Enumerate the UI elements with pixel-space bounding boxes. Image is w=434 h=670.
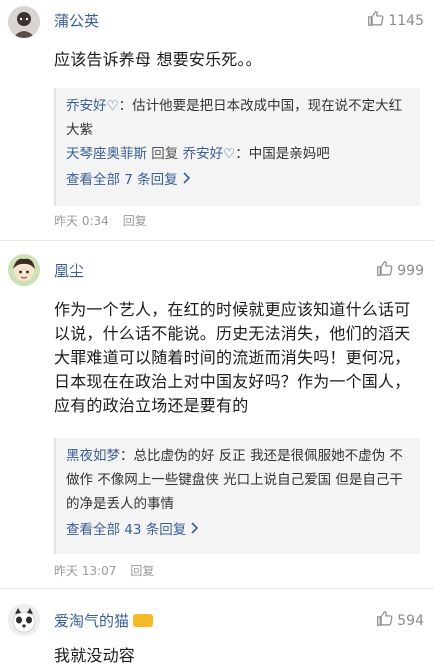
- comment-text: 应该告诉养母 想要安乐死。。: [54, 50, 262, 69]
- vip-badge-icon: [133, 614, 154, 627]
- username[interactable]: 蒲公英: [54, 10, 99, 31]
- username[interactable]: 凰尘: [54, 260, 84, 281]
- like-button[interactable]: 594: [376, 610, 424, 631]
- timestamp: 昨天 13:07: [54, 564, 117, 578]
- divider: [0, 588, 434, 589]
- reply-button[interactable]: 回复: [130, 562, 154, 579]
- thumbs-up-icon: [376, 610, 393, 631]
- reply-author[interactable]: 天琴座奥菲斯: [66, 146, 147, 162]
- thumbs-up-icon: [376, 260, 393, 281]
- like-count: 1145: [388, 12, 424, 29]
- reply-preview[interactable]: 黑夜如梦：总比虚伪的好 反正 我还是很佩服她不虚伪 不做作 不像网上一些键盘侠 …: [54, 438, 420, 554]
- view-all-replies-link[interactable]: 查看全部 43 条回复: [66, 518, 412, 542]
- reply-item: 天琴座奥菲斯 回复 乔安好♡：中国是亲妈吧: [66, 146, 330, 162]
- avatar[interactable]: [8, 6, 40, 38]
- like-count: 594: [397, 612, 424, 629]
- comment-meta: 昨天 13:07 回复: [54, 562, 154, 579]
- view-all-replies-link[interactable]: 查看全部 7 条回复: [66, 168, 412, 192]
- chevron-right-icon: [190, 518, 199, 542]
- reply-preview[interactable]: 乔安好♡：估计他要是把日本改成中国，现在说不定大红大紫 天琴座奥菲斯 回复 乔安…: [54, 88, 420, 206]
- comment-text: 我就没动容: [54, 646, 136, 665]
- comment-meta: 昨天 0:34 回复: [54, 212, 147, 229]
- divider: [0, 240, 434, 241]
- reply-item: 黑夜如梦：总比虚伪的好 反正 我还是很佩服她不虚伪 不做作 不像网上一些键盘侠 …: [66, 448, 403, 512]
- comment-text: 作为一个艺人，在红的时候就更应该知道什么话可以说，什么话不能说。历史无法消失，他…: [54, 300, 411, 415]
- avatar[interactable]: [8, 604, 40, 636]
- reply-target[interactable]: 乔安好♡: [183, 146, 236, 162]
- like-button[interactable]: 1145: [367, 10, 424, 31]
- reply-item: 乔安好♡：估计他要是把日本改成中国，现在说不定大红大紫: [66, 98, 403, 138]
- reply-author[interactable]: 乔安好♡: [66, 98, 119, 114]
- reply-author[interactable]: 黑夜如梦: [66, 448, 120, 464]
- reply-button[interactable]: 回复: [123, 212, 147, 229]
- username[interactable]: 爱淘气的猫: [54, 610, 154, 631]
- avatar[interactable]: [8, 254, 40, 286]
- like-button[interactable]: 999: [376, 260, 424, 281]
- like-count: 999: [397, 262, 424, 279]
- timestamp: 昨天 0:34: [54, 214, 109, 228]
- reply-text: 中国是亲妈吧: [248, 146, 330, 162]
- thumbs-up-icon: [367, 10, 384, 31]
- chevron-right-icon: [182, 168, 191, 192]
